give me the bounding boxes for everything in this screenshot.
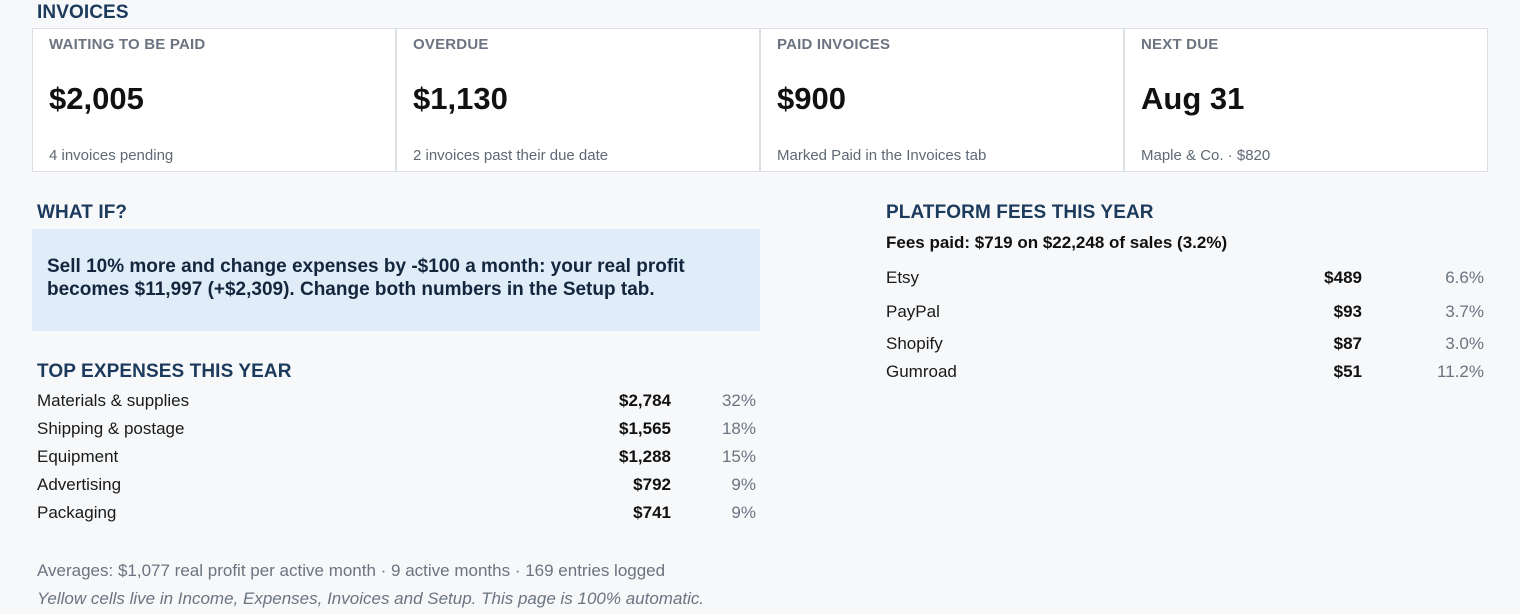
fee-platform: Shopify bbox=[886, 334, 943, 353]
card-label: WAITING TO BE PAID bbox=[49, 36, 206, 53]
card-label: PAID INVOICES bbox=[777, 36, 891, 53]
expense-name: Shipping & postage bbox=[37, 419, 185, 438]
card-value: $2,005 bbox=[49, 81, 144, 116]
expense-row: Materials & supplies $2,784 32% bbox=[37, 389, 756, 413]
card-next-due: NEXT DUE Aug 31 Maple & Co. · $820 bbox=[1125, 29, 1487, 171]
fees-summary: Fees paid: $719 on $22,248 of sales (3.2… bbox=[886, 233, 1228, 252]
card-value: $1,130 bbox=[413, 81, 508, 116]
fee-amount: $489 bbox=[1324, 268, 1362, 287]
fee-row: Etsy $489 6.6% bbox=[886, 266, 1484, 290]
invoices-title: INVOICES bbox=[37, 2, 129, 23]
whatif-title: WHAT IF? bbox=[37, 202, 128, 223]
expense-amount: $792 bbox=[633, 475, 671, 494]
expense-row: Advertising $792 9% bbox=[37, 473, 756, 497]
card-paid: PAID INVOICES $900 Marked Paid in the In… bbox=[761, 29, 1125, 171]
expense-row: Shipping & postage $1,565 18% bbox=[37, 417, 756, 441]
expense-percent: 9% bbox=[731, 503, 756, 522]
fee-percent: 3.7% bbox=[1445, 302, 1484, 321]
expense-amount: $1,565 bbox=[619, 419, 671, 438]
expense-percent: 32% bbox=[721, 391, 756, 410]
expense-amount: $1,288 bbox=[619, 447, 671, 466]
whatif-callout: Sell 10% more and change expenses by -$1… bbox=[32, 229, 760, 331]
fee-amount: $87 bbox=[1333, 334, 1362, 353]
fee-row: Shopify $87 3.0% bbox=[886, 332, 1484, 356]
fee-amount: $93 bbox=[1333, 302, 1362, 321]
card-sub: 2 invoices past their due date bbox=[413, 147, 609, 164]
expense-row: Packaging $741 9% bbox=[37, 501, 756, 525]
expense-percent: 9% bbox=[731, 475, 756, 494]
card-waiting: WAITING TO BE PAID $2,005 4 invoices pen… bbox=[33, 29, 397, 171]
fee-platform: PayPal bbox=[886, 302, 940, 321]
card-label: OVERDUE bbox=[413, 36, 489, 53]
expense-percent: 15% bbox=[721, 447, 756, 466]
fee-platform: Gumroad bbox=[886, 362, 957, 381]
card-value: $900 bbox=[777, 81, 846, 116]
expenses-title: TOP EXPENSES THIS YEAR bbox=[37, 361, 292, 382]
fees-title: PLATFORM FEES THIS YEAR bbox=[886, 202, 1154, 223]
card-label: NEXT DUE bbox=[1141, 36, 1219, 53]
fee-percent: 3.0% bbox=[1445, 334, 1484, 353]
fee-platform: Etsy bbox=[886, 268, 920, 287]
expense-amount: $741 bbox=[633, 503, 671, 522]
invoice-summary-cards: WAITING TO BE PAID $2,005 4 invoices pen… bbox=[32, 28, 1488, 172]
card-sub: Marked Paid in the Invoices tab bbox=[777, 147, 987, 164]
fee-row: PayPal $93 3.7% bbox=[886, 300, 1484, 324]
averages-summary: Averages: $1,077 real profit per active … bbox=[37, 561, 666, 580]
card-sub: 4 invoices pending bbox=[49, 147, 174, 164]
automation-note: Yellow cells live in Income, Expenses, I… bbox=[37, 589, 705, 608]
fee-percent: 11.2% bbox=[1437, 362, 1484, 381]
card-overdue: OVERDUE $1,130 2 invoices past their due… bbox=[397, 29, 761, 171]
expense-percent: 18% bbox=[721, 419, 756, 438]
expense-name: Packaging bbox=[37, 503, 117, 522]
card-value: Aug 31 bbox=[1141, 81, 1245, 116]
fee-row: Gumroad $51 11.2% bbox=[886, 360, 1484, 384]
expense-name: Equipment bbox=[37, 447, 119, 466]
expense-name: Advertising bbox=[37, 475, 122, 494]
card-sub: Maple & Co. · $820 bbox=[1141, 147, 1271, 164]
fee-amount: $51 bbox=[1333, 362, 1362, 381]
expense-name: Materials & supplies bbox=[37, 391, 190, 410]
expense-row: Equipment $1,288 15% bbox=[37, 445, 756, 469]
expense-amount: $2,784 bbox=[619, 391, 671, 410]
fee-percent: 6.6% bbox=[1445, 268, 1484, 287]
